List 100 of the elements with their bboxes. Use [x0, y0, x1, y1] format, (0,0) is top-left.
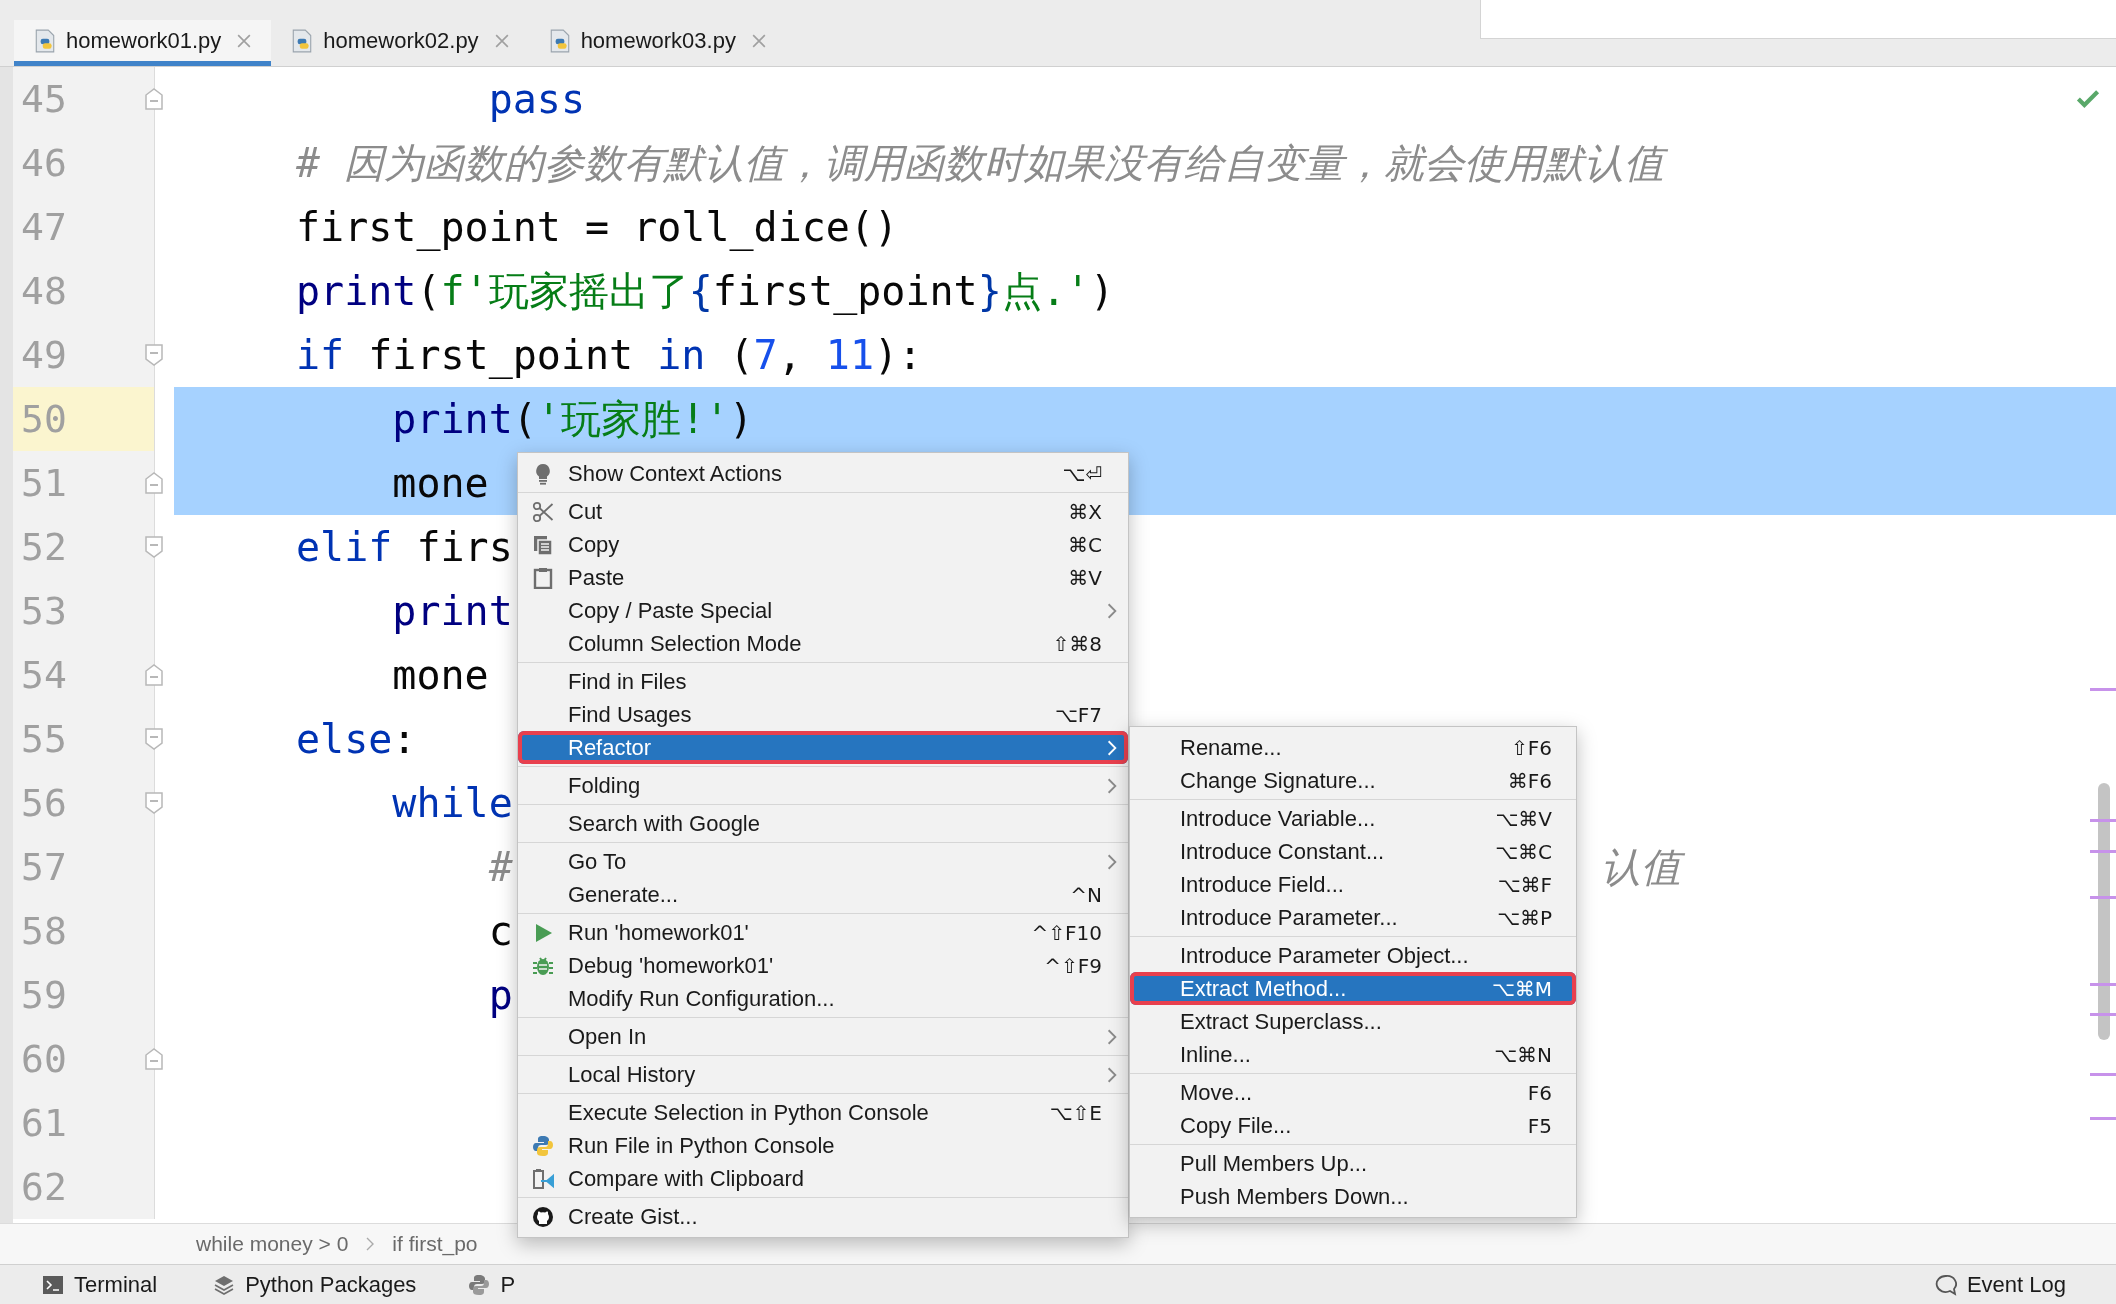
menu-item[interactable]: Extract Method... ⌥⌘M — [1130, 972, 1576, 1005]
line-number: 60 — [13, 1027, 155, 1091]
menu-item[interactable]: Copy File... F5 — [1130, 1109, 1576, 1142]
code-line: print('玩家胜!') — [391, 395, 754, 444]
code-line: c — [487, 907, 513, 956]
menu-item[interactable]: Column Selection Mode ⇧⌘8 — [518, 627, 1128, 660]
menu-item[interactable]: Execute Selection in Python Console ⌥⇧E — [518, 1096, 1128, 1129]
menu-item[interactable]: Find Usages ⌥F7 — [518, 698, 1128, 731]
code-line: if first_point in (7, 11): — [296, 331, 923, 381]
menu-item[interactable]: Modify Run Configuration... — [518, 982, 1128, 1015]
menu-item[interactable]: Local History — [518, 1058, 1128, 1091]
menu-item[interactable]: Introduce Parameter Object... — [1130, 939, 1576, 972]
code-line: # — [487, 843, 513, 892]
menu-item[interactable]: Generate... ^N — [518, 878, 1128, 911]
close-icon[interactable] — [751, 33, 766, 48]
menu-item[interactable]: Paste ⌘V — [518, 561, 1128, 594]
editor-tab[interactable]: homework01.py — [14, 20, 272, 66]
menu-item[interactable]: Extract Superclass... — [1130, 1005, 1576, 1038]
menu-item[interactable]: Open In — [518, 1020, 1128, 1053]
menu-item[interactable]: Compare with Clipboard — [518, 1162, 1128, 1195]
code-line: mone — [391, 651, 489, 700]
menu-item[interactable]: Copy ⌘C — [518, 528, 1128, 561]
line-number: 51 — [13, 451, 155, 515]
line-number: 56 — [13, 771, 155, 835]
menu-item[interactable]: Pull Members Up... — [1130, 1147, 1576, 1180]
tool-window-button[interactable]: Python Packages — [205, 1265, 425, 1304]
error-stripe-mark[interactable] — [2090, 688, 2116, 691]
error-stripe-mark[interactable] — [2090, 983, 2116, 986]
menu-item[interactable]: Create Gist... — [518, 1200, 1128, 1233]
python-logo-icon — [532, 1134, 554, 1157]
fold-icon[interactable] — [144, 87, 164, 111]
menu-item[interactable]: Find in Files — [518, 665, 1128, 698]
code-line: mone — [391, 459, 489, 508]
code-line: elif firs — [296, 523, 513, 572]
clipboard-icon — [532, 566, 554, 589]
fold-icon[interactable] — [144, 727, 164, 751]
python-file-icon — [34, 28, 56, 53]
menu-item[interactable]: Copy / Paste Special — [518, 594, 1128, 627]
menu-item[interactable]: Show Context Actions ⌥⏎ — [518, 457, 1128, 490]
code-line: print(f'玩家摇出了{first_point}点.') — [296, 267, 1115, 317]
fold-icon[interactable] — [144, 343, 164, 367]
line-number: 62 — [13, 1155, 155, 1219]
menu-item[interactable]: Inline... ⌥⌘N — [1130, 1038, 1576, 1071]
error-stripe-mark[interactable] — [2090, 819, 2116, 822]
menu-item[interactable]: Run File in Python Console — [518, 1129, 1128, 1162]
fold-icon[interactable] — [144, 1047, 164, 1071]
menu-item[interactable]: Search with Google — [518, 807, 1128, 840]
python-logo-icon — [468, 1273, 491, 1296]
line-number: 49 — [13, 323, 155, 387]
github-logo-icon — [532, 1205, 554, 1228]
close-icon[interactable] — [237, 33, 252, 48]
event-log-button[interactable]: Event Log — [1934, 1265, 2066, 1304]
line-number: 54 — [13, 643, 155, 707]
fold-icon[interactable] — [144, 535, 164, 559]
line-number: 59 — [13, 963, 155, 1027]
menu-item[interactable]: Run 'homework01' ^⇧F10 — [518, 916, 1128, 949]
breadcrumb-item[interactable]: while money > 0 — [196, 1232, 349, 1256]
line-number: 58 — [13, 899, 155, 963]
fold-icon[interactable] — [144, 663, 164, 687]
error-stripe-mark[interactable] — [2090, 1073, 2116, 1076]
menu-item[interactable]: Move... F6 — [1130, 1076, 1576, 1109]
error-stripe-mark[interactable] — [2090, 1013, 2116, 1016]
menu-item[interactable]: Push Members Down... — [1130, 1180, 1576, 1213]
code-line: while — [391, 779, 513, 828]
compare-icon — [532, 1167, 554, 1190]
python-file-icon — [548, 28, 571, 53]
error-stripe-mark[interactable] — [2090, 850, 2116, 853]
error-stripe-mark[interactable] — [2090, 896, 2116, 899]
breadcrumb-item[interactable]: if first_po — [392, 1232, 478, 1256]
menu-item[interactable]: Folding — [518, 769, 1128, 802]
menu-item[interactable]: Change Signature... ⌘F6 — [1130, 764, 1576, 797]
menu-item[interactable]: Refactor — [518, 731, 1128, 764]
tool-window-button[interactable]: Terminal — [34, 1265, 166, 1304]
menu-item[interactable]: Debug 'homework01' ^⇧F9 — [518, 949, 1128, 982]
python-file-icon — [291, 28, 314, 53]
menu-item[interactable]: Cut ⌘X — [518, 495, 1128, 528]
fold-icon[interactable] — [144, 471, 164, 495]
code-line: else: — [296, 715, 417, 764]
tool-window-button[interactable]: P — [460, 1265, 524, 1304]
code-line: p — [487, 971, 513, 1020]
menu-item[interactable]: Rename... ⇧F6 — [1130, 731, 1576, 764]
line-number: 47 — [13, 195, 155, 259]
line-number: 53 — [13, 579, 155, 643]
fold-icon[interactable] — [144, 791, 164, 815]
menu-item[interactable]: Go To — [518, 845, 1128, 878]
chevron-icon — [366, 1237, 375, 1251]
layers-icon — [213, 1273, 236, 1296]
line-number: 50 — [13, 387, 155, 451]
error-stripe-mark[interactable] — [2090, 1117, 2116, 1120]
menu-item[interactable]: Introduce Constant... ⌥⌘C — [1130, 835, 1576, 868]
editor-tab[interactable]: homework03.py — [528, 20, 786, 66]
menu-item[interactable]: Introduce Field... ⌥⌘F — [1130, 868, 1576, 901]
scissors-icon — [532, 500, 554, 523]
close-icon[interactable] — [494, 33, 509, 48]
line-number: 55 — [13, 707, 155, 771]
check-icon[interactable] — [2076, 89, 2100, 109]
menu-item[interactable]: Introduce Variable... ⌥⌘V — [1130, 802, 1576, 835]
menu-item[interactable]: Introduce Parameter... ⌥⌘P — [1130, 901, 1576, 934]
scrollbar-thumb[interactable] — [2098, 783, 2110, 1040]
editor-tab[interactable]: homework02.py — [271, 20, 529, 66]
